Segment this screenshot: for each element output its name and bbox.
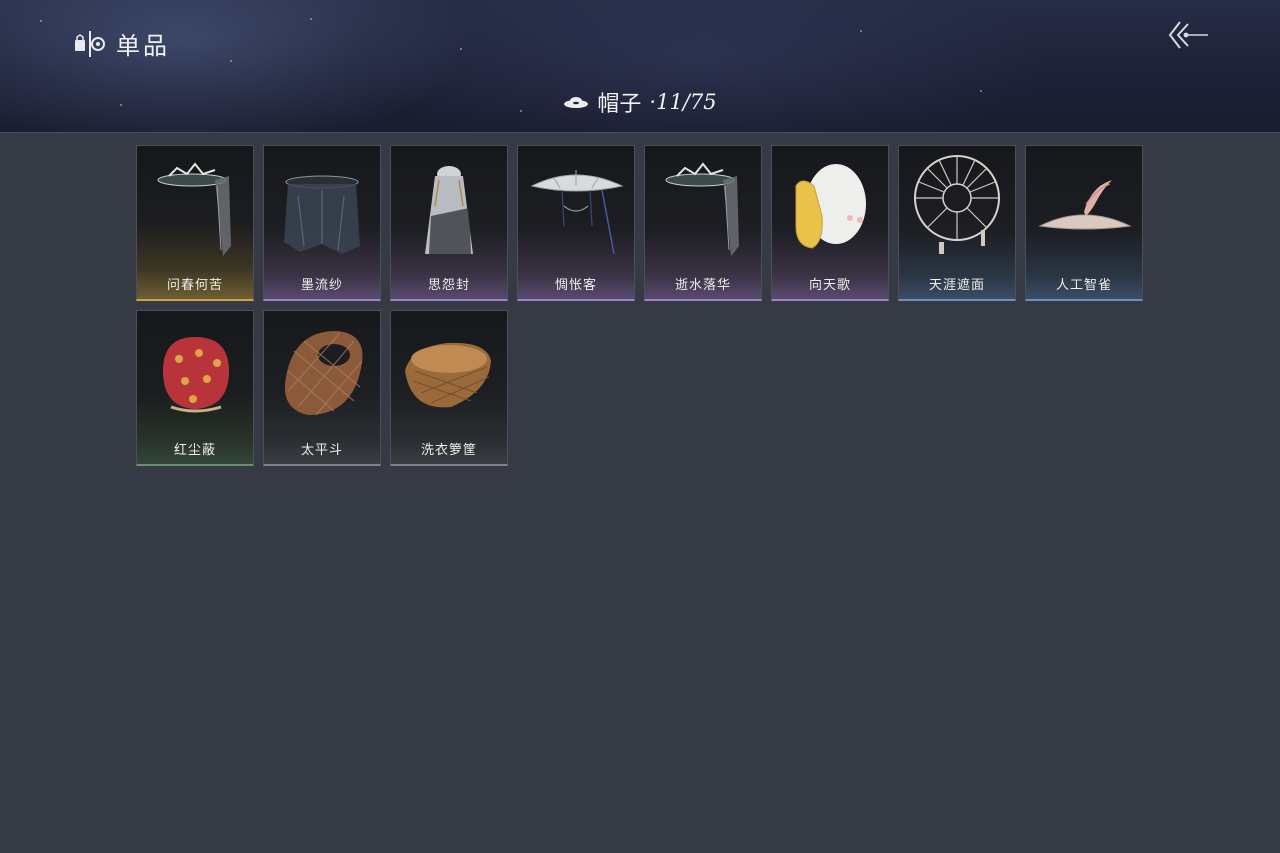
item-card[interactable]: 人工智雀 <box>1025 145 1143 301</box>
black-veil-hat-icon <box>284 175 360 254</box>
page-title: 单品 <box>116 32 170 60</box>
item-name: 天涯遮面 <box>928 278 985 293</box>
bird-hat-icon <box>1038 180 1132 230</box>
single-item-icon <box>75 30 105 57</box>
hooded-veil-icon <box>425 166 473 254</box>
item-card[interactable]: 惆怅客 <box>517 145 635 301</box>
veiled-bamboo-hat-icon <box>665 162 739 256</box>
item-card[interactable]: 太平斗 <box>263 310 381 466</box>
item-name: 红尘蔽 <box>173 443 216 458</box>
item-name: 问春何苦 <box>166 278 223 293</box>
back-button[interactable] <box>1166 18 1210 52</box>
category-name: 帽子 <box>597 92 642 117</box>
item-card[interactable]: 红尘蔽 <box>136 310 254 466</box>
category-count: ·11/75 <box>649 90 717 114</box>
top-bar: 单品 帽子 ·11/75 <box>0 0 1280 133</box>
red-sack-hood-icon <box>163 337 229 413</box>
conical-hat-icon <box>530 170 624 255</box>
item-name: 太平斗 <box>300 443 343 458</box>
item-name: 洗衣箩筐 <box>420 443 477 458</box>
wicker-basket-icon <box>284 331 363 416</box>
item-name: 惆怅客 <box>554 278 597 293</box>
hat-icon <box>564 97 589 108</box>
item-card[interactable]: 洗衣箩筐 <box>390 310 508 466</box>
item-card[interactable]: 逝水落华 <box>644 145 762 301</box>
item-card[interactable]: 问春何苦 <box>136 145 254 301</box>
item-card[interactable]: 天涯遮面 <box>898 145 1016 301</box>
item-card[interactable]: 向天歌 <box>771 145 889 301</box>
item-name: 向天歌 <box>808 278 851 293</box>
item-name: 思怨封 <box>427 278 470 293</box>
item-card[interactable]: 思怨封 <box>390 145 508 301</box>
back-arrow-icon <box>1168 21 1208 49</box>
item-name: 人工智雀 <box>1055 278 1112 293</box>
laundry-basket-icon <box>405 342 491 408</box>
item-name: 逝水落华 <box>674 278 731 293</box>
veiled-bamboo-hat-icon <box>157 162 231 256</box>
item-card[interactable]: 墨流纱 <box>263 145 381 301</box>
item-grid: 问春何苦 墨流纱 思怨封 惆怅客 逝水落华 向天歌 天涯遮面 人工智雀 红尘蔽 … <box>136 145 1144 466</box>
item-name: 墨流纱 <box>300 278 343 293</box>
goose-hood-icon <box>795 164 866 249</box>
category-title: 帽子 ·11/75 <box>0 86 1280 118</box>
spoked-wheel-hat-icon <box>914 155 1000 254</box>
page-header: 单品 <box>74 26 170 61</box>
